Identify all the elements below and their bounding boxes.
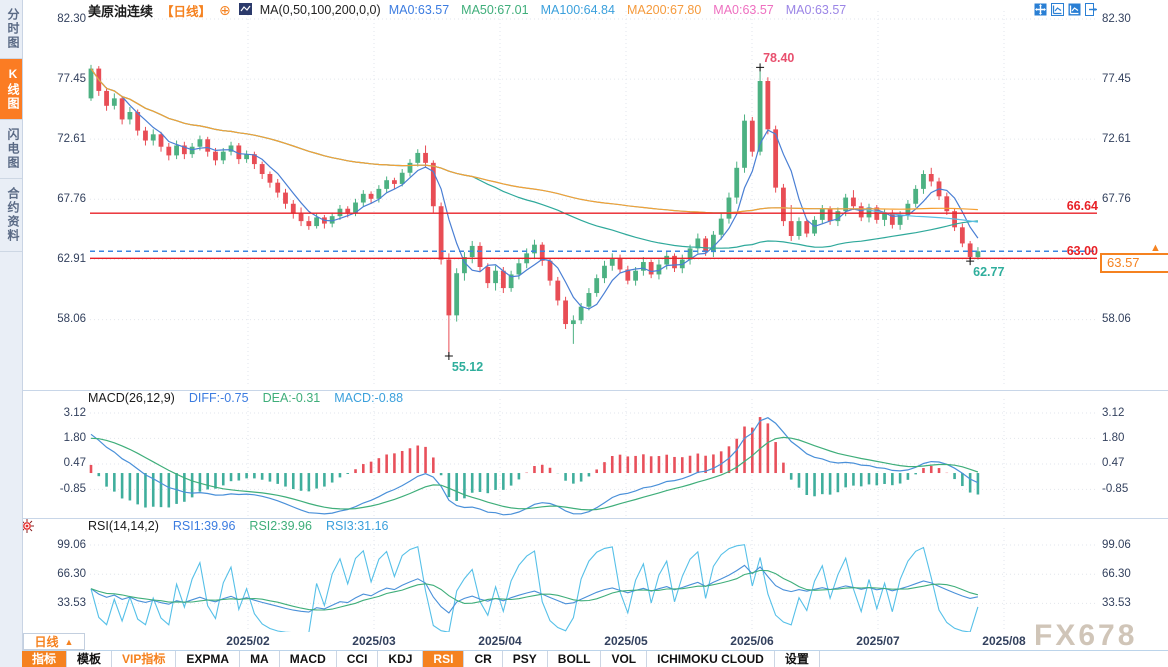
price-up-arrow-icon: ▲ bbox=[1150, 242, 1161, 254]
fit-chart-icon[interactable] bbox=[1051, 3, 1064, 16]
sidebar-item-lightning-chart[interactable]: 闪电图 bbox=[0, 120, 22, 179]
chart-header: 美原油连续 【日线】 ⊕ MA(0,50,100,200,0,0) MA0:63… bbox=[88, 2, 846, 18]
toolbar-item-vip指标[interactable]: VIP指标 bbox=[112, 651, 176, 667]
toolbar-item-ma[interactable]: MA bbox=[240, 651, 280, 667]
rsi3-value: RSI3:31.16 bbox=[326, 519, 389, 534]
macd-axis-tick: 3.12 bbox=[22, 407, 86, 420]
toolbar-item-cci[interactable]: CCI bbox=[337, 651, 379, 667]
toolbar-item-指标[interactable]: 指标 bbox=[22, 651, 67, 667]
price-axis-tick: 58.06 bbox=[22, 313, 86, 326]
ma-value: MA100:64.84 bbox=[541, 3, 615, 17]
price-annotation: 55.12 bbox=[452, 360, 483, 374]
rsi-axis-tick: 66.30 bbox=[22, 568, 86, 581]
indicator-toolbar: 指标模板VIP指标EXPMAMAMACDCCIKDJRSICRPSYBOLLVO… bbox=[22, 650, 1168, 667]
macd-axis-tick: 1.80 bbox=[1102, 432, 1164, 445]
price-axis-tick: 67.76 bbox=[1102, 193, 1164, 206]
price-annotation: 78.40 bbox=[763, 51, 794, 65]
price-axis-tick: 82.30 bbox=[22, 13, 86, 26]
price-axis-tick: 72.61 bbox=[22, 133, 86, 146]
ma-value: MA0:63.57 bbox=[389, 3, 449, 17]
macd-axis-tick: 0.47 bbox=[1102, 457, 1164, 470]
x-axis-label: 2025/05 bbox=[591, 634, 661, 648]
rsi1-value: RSI1:39.96 bbox=[173, 519, 236, 534]
macd-axis-tick: -0.85 bbox=[1102, 483, 1164, 496]
pan-icon[interactable] bbox=[1034, 3, 1047, 16]
toolbar-item-expma[interactable]: EXPMA bbox=[176, 651, 240, 667]
x-axis-label: 2025/07 bbox=[843, 634, 913, 648]
rsi-axis-tick: 99.06 bbox=[22, 539, 86, 552]
toolbar-item-cr[interactable]: CR bbox=[464, 651, 502, 667]
price-axis-tick: 77.45 bbox=[1102, 73, 1164, 86]
price-annotation: 62.77 bbox=[973, 265, 1004, 279]
macd-axis-tick: 1.80 bbox=[22, 432, 86, 445]
scale-chart-icon[interactable] bbox=[1068, 3, 1081, 16]
toolbar-item-rsi[interactable]: RSI bbox=[423, 651, 464, 667]
timeframe-label: 日线 bbox=[35, 633, 59, 650]
resistance-level-label: 66.64 bbox=[1040, 199, 1098, 213]
price-axis-tick: 77.45 bbox=[22, 73, 86, 86]
rsi-header: RSI(14,14,2) RSI1:39.96 RSI2:39.96 RSI3:… bbox=[88, 519, 389, 534]
sidebar-item-contract-info[interactable]: 合约资料 bbox=[0, 179, 22, 252]
sidebar-item-kline-chart[interactable]: K线图 bbox=[0, 59, 22, 120]
collapse-panel-icon[interactable] bbox=[1085, 3, 1098, 16]
toolbar-item-ichimoku-cloud[interactable]: ICHIMOKU CLOUD bbox=[647, 651, 775, 667]
x-axis-label: 2025/03 bbox=[339, 634, 409, 648]
x-axis-label: 2025/04 bbox=[465, 634, 535, 648]
add-indicator-icon[interactable]: ⊕ bbox=[219, 4, 231, 16]
macd-params: MACD(26,12,9) bbox=[88, 391, 175, 406]
x-axis-label: 2025/06 bbox=[717, 634, 787, 648]
price-axis-tick: 62.91 bbox=[22, 253, 86, 266]
toolbar-item-boll[interactable]: BOLL bbox=[548, 651, 602, 667]
toolbar-item-macd[interactable]: MACD bbox=[280, 651, 337, 667]
ma-value: MA0:63.57 bbox=[713, 3, 773, 17]
macd-axis-tick: -0.85 bbox=[22, 483, 86, 496]
macd-macd-value: MACD:-0.88 bbox=[334, 391, 403, 406]
trading-app: 分时图 K线图 闪电图 合约资料 美原油连续 【日线】 ⊕ MA(0,50,10… bbox=[0, 0, 1168, 667]
ma-value: MA200:67.80 bbox=[627, 3, 701, 17]
ma-value: MA0:63.57 bbox=[786, 3, 846, 17]
symbol-title: 美原油连续 bbox=[88, 1, 153, 20]
ma-values: MA0:63.57 MA50:67.01 MA100:64.84 MA200:67.8… bbox=[389, 3, 847, 17]
rsi-axis-tick: 33.53 bbox=[1102, 597, 1164, 610]
macd-diff-value: DIFF:-0.75 bbox=[189, 391, 249, 406]
chart-canvas[interactable] bbox=[0, 0, 1168, 667]
rsi2-value: RSI2:39.96 bbox=[249, 519, 312, 534]
window-controls bbox=[1034, 3, 1098, 16]
x-axis-label: 2025/02 bbox=[213, 634, 283, 648]
toolbar-item-psy[interactable]: PSY bbox=[503, 651, 548, 667]
support-level-label: 63.00 bbox=[1040, 244, 1098, 258]
price-axis-tick: 82.30 bbox=[1102, 13, 1164, 26]
sidebar: 分时图 K线图 闪电图 合约资料 bbox=[0, 0, 23, 667]
rsi-params: RSI(14,14,2) bbox=[88, 519, 159, 534]
toolbar-item-vol[interactable]: VOL bbox=[601, 651, 647, 667]
period-tag: 【日线】 bbox=[161, 1, 211, 20]
toolbar-item-模板[interactable]: 模板 bbox=[67, 651, 112, 667]
toolbar-item-kdj[interactable]: KDJ bbox=[378, 651, 423, 667]
rsi-axis-tick: 99.06 bbox=[1102, 539, 1164, 552]
ma-settings-label: MA(0,50,100,200,0,0) bbox=[260, 3, 381, 17]
ma-value: MA50:67.01 bbox=[461, 3, 528, 17]
sidebar-item-timeline-chart[interactable]: 分时图 bbox=[0, 0, 22, 59]
toolbar-item-设置[interactable]: 设置 bbox=[775, 651, 820, 667]
dropdown-arrow-icon: ▲ bbox=[65, 637, 74, 647]
price-axis-tick: 72.61 bbox=[1102, 133, 1164, 146]
price-axis-tick: 58.06 bbox=[1102, 313, 1164, 326]
x-axis-label: 2025/08 bbox=[969, 634, 1039, 648]
rsi-axis-tick: 66.30 bbox=[1102, 568, 1164, 581]
last-price-tag: 63.57 bbox=[1100, 253, 1168, 273]
macd-dea-value: DEA:-0.31 bbox=[263, 391, 321, 406]
macd-axis-tick: 3.12 bbox=[1102, 407, 1164, 420]
macd-axis-tick: 0.47 bbox=[22, 457, 86, 470]
macd-header: MACD(26,12,9) DIFF:-0.75 DEA:-0.31 MACD:… bbox=[88, 391, 403, 406]
rsi-axis-tick: 33.53 bbox=[22, 597, 86, 610]
price-axis-tick: 67.76 bbox=[22, 193, 86, 206]
timeframe-dropdown[interactable]: 日线 ▲ bbox=[23, 633, 85, 650]
chart-type-icon[interactable] bbox=[239, 3, 252, 18]
